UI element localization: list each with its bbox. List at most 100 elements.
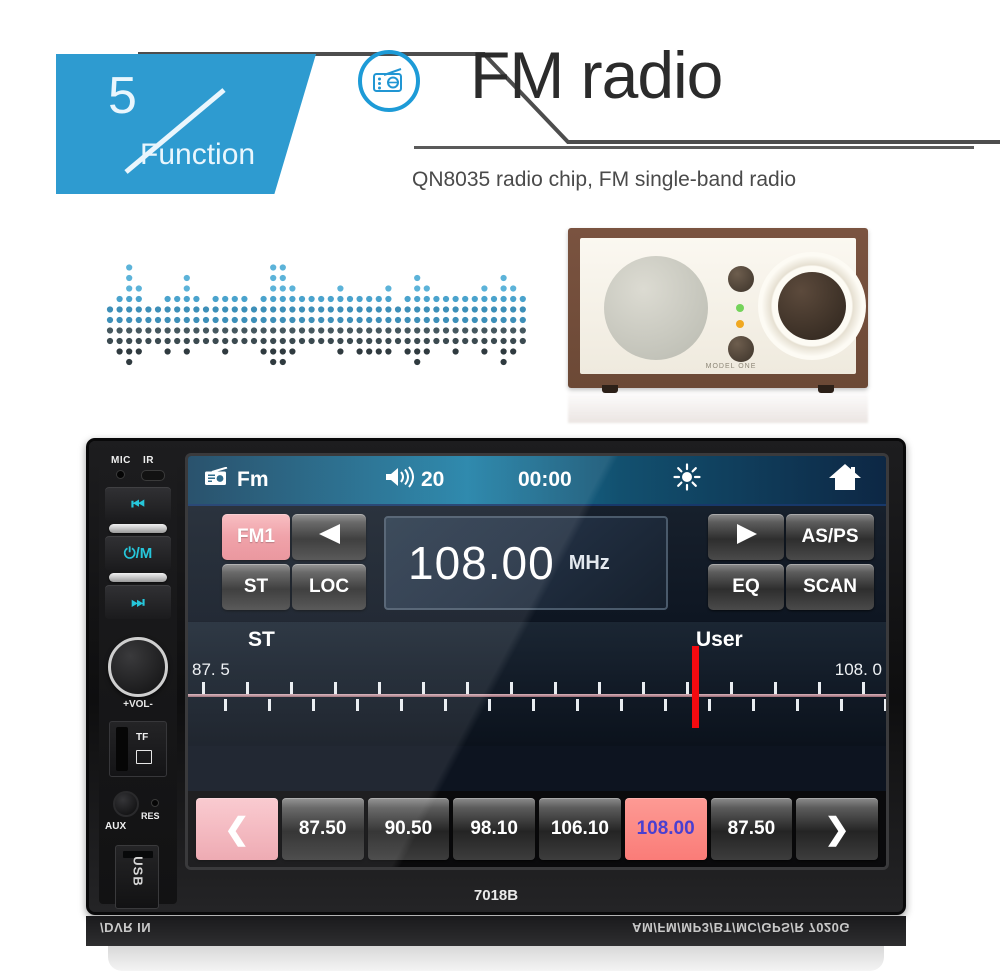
radio-icon [358, 50, 420, 112]
scale-tick [598, 682, 601, 694]
vintage-radio-image: MODEL ONE [568, 228, 868, 393]
scale-tick [466, 682, 469, 694]
local-button[interactable]: LOC [292, 564, 366, 610]
scale-tick [862, 682, 865, 694]
scale-max-label: 108. 0 [834, 660, 882, 679]
scan-button[interactable]: SCAN [786, 564, 874, 610]
source-indicator[interactable]: Fm [204, 456, 269, 504]
prev-track-button[interactable]: ⏮ [105, 487, 171, 521]
scale-tick [752, 699, 755, 711]
asps-button[interactable]: AS/PS [786, 514, 874, 560]
preset-button[interactable]: 98.10 [453, 798, 535, 860]
st-label: ST [243, 576, 269, 597]
brightness-button[interactable] [673, 456, 701, 504]
touchscreen-display[interactable]: Fm 20 00:00 FM1 ST LOC 108.00 MHz AS/PS … [185, 453, 889, 870]
tune-prev-button[interactable] [292, 514, 366, 560]
preset-button[interactable]: 90.50 [367, 798, 450, 860]
scale-tick [730, 682, 733, 694]
section-label: Function [140, 138, 256, 171]
aux-jack[interactable] [113, 791, 139, 817]
scale-baseline [188, 694, 886, 697]
status-bar: Fm 20 00:00 [188, 456, 886, 506]
tuning-knob [778, 272, 846, 340]
scale-tick [400, 699, 403, 711]
vintage-knob-bottom [728, 336, 754, 362]
sd-card-icon [136, 750, 152, 764]
ir-label: IR [143, 455, 154, 466]
scale-tick [444, 699, 447, 711]
divider-bar-top [109, 524, 167, 533]
power-mode-label: ⏻/M [123, 544, 153, 562]
preset-label: 108.00 [636, 818, 695, 839]
preset-label: 98.10 [470, 818, 518, 839]
scale-tick [268, 699, 271, 711]
page-title: FM radio [470, 38, 723, 112]
preset-label: 87.50 [727, 818, 776, 839]
volume-knob[interactable] [108, 637, 168, 697]
preset-label: 90.50 [384, 818, 433, 839]
eq-label: EQ [732, 576, 760, 597]
scale-tick [422, 682, 425, 694]
band-label: FM1 [237, 526, 275, 547]
scale-tick [818, 682, 821, 694]
loc-label: LOC [308, 576, 350, 597]
band-button[interactable]: FM1 [222, 514, 290, 560]
scale-tick [884, 699, 886, 711]
car-stereo-unit: MIC IR ⏮ ⏻/M ⏭ +VOL- TF AUX RES USB Fm 2… [86, 438, 906, 915]
vintage-radio-reflection [568, 389, 868, 423]
reflection-text-left: /DVR IN [100, 920, 152, 935]
scale-tick [356, 699, 359, 711]
tune-next-button[interactable] [708, 514, 784, 560]
scale-tick [840, 699, 843, 711]
preset-button[interactable]: 108.00 [624, 798, 707, 860]
tf-label: TF [136, 732, 149, 743]
aux-label: AUX [105, 821, 127, 832]
scale-tick [664, 699, 667, 711]
divider-bar-bottom [109, 573, 167, 582]
reflection-text-right: AM/FM/MP3/BT/MC/GPS/R 7020G [632, 920, 850, 935]
page-subtitle: QN8035 radio chip, FM single-band radio [412, 168, 797, 191]
speaker-grille [604, 256, 708, 360]
control-area: FM1 ST LOC 108.00 MHz AS/PS EQ SCAN [188, 506, 886, 621]
scale-tick [708, 699, 711, 711]
asps-label: AS/PS [801, 526, 859, 547]
vintage-radio-face: MODEL ONE [580, 238, 866, 374]
led-green [736, 304, 744, 312]
home-icon [828, 462, 862, 498]
stereo-button[interactable]: ST [222, 564, 290, 610]
preset-button[interactable]: 87.50 [710, 798, 793, 860]
preset-label: 106.10 [550, 818, 609, 839]
scale-tick [774, 682, 777, 694]
scale-tick [642, 682, 645, 694]
scale-tick [312, 699, 315, 711]
scale-tick [488, 699, 491, 711]
home-button[interactable] [828, 456, 862, 504]
volume-knob-label: +VOL- [123, 699, 153, 710]
preset-button[interactable]: 106.10 [539, 798, 621, 860]
stereo-indicator: ST [248, 628, 275, 651]
scale-tick [576, 699, 579, 711]
scale-tick [290, 682, 293, 694]
reset-pinhole[interactable] [151, 799, 159, 807]
volume-indicator[interactable]: 20 [384, 456, 444, 504]
preset-button[interactable]: 87.50 [281, 798, 364, 860]
sun-icon [673, 463, 701, 497]
chevron-left-icon: ❮ [224, 812, 250, 846]
preset-next-button[interactable]: ❯ [796, 798, 878, 860]
next-track-button[interactable]: ⏭ [105, 585, 171, 619]
tuning-marker [692, 646, 699, 728]
source-label: Fm [237, 468, 269, 491]
preset-bar: ❮ 87.50 90.50 98.10 106.10 108.00 87.50 ❯ [188, 791, 886, 867]
power-mode-button[interactable]: ⏻/M [105, 536, 171, 570]
reflection-bar: /DVR IN AM/FM/MP3/BT/MC/GPS/R 7020G [86, 916, 906, 946]
mic-label: MIC [111, 455, 131, 466]
eq-button[interactable]: EQ [708, 564, 784, 610]
res-label: RES [141, 811, 160, 821]
tf-card-slot[interactable]: TF [109, 721, 167, 777]
tuning-scale[interactable]: ST User 87. 5 108. 0 [188, 622, 886, 746]
chevron-right-icon: ❯ [824, 812, 850, 846]
header-divider [414, 146, 974, 149]
mic-hole-icon [116, 470, 125, 479]
preset-prev-button[interactable]: ❮ [196, 798, 278, 860]
scale-tick [532, 699, 535, 711]
